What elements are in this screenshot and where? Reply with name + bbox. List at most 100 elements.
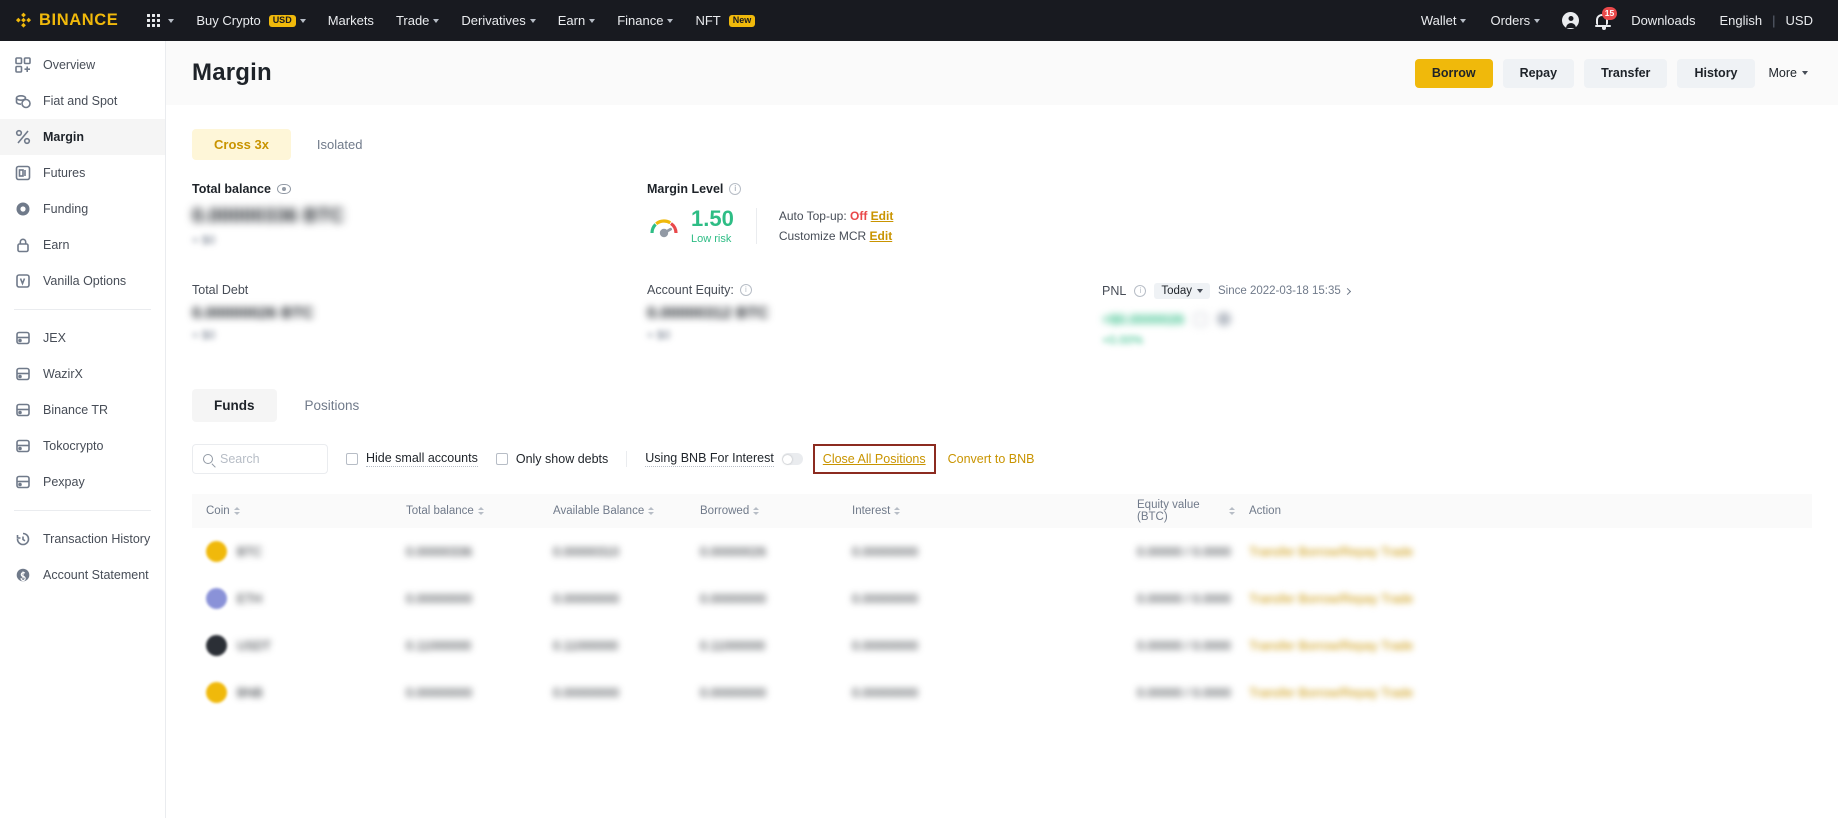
cell-actions[interactable]: Transfer Borrow/Repay Trade [1235, 592, 1812, 606]
cell-actions[interactable]: Transfer Borrow/Repay Trade [1235, 545, 1812, 559]
table-row[interactable]: ETH 0.00000000 0.00000000 0.00000000 0.0… [192, 575, 1812, 622]
pnl-since[interactable]: Since 2022-03-18 15:35 [1218, 285, 1351, 297]
customize-mcr-edit-link[interactable]: Edit [870, 229, 893, 243]
borrow-button[interactable]: Borrow [1414, 58, 1493, 88]
sort-icon [233, 507, 240, 515]
sidebar-item-wazirx[interactable]: WazirX [0, 356, 165, 392]
notifications-button[interactable]: 15 [1594, 6, 1618, 31]
user-account-icon[interactable] [1562, 12, 1580, 29]
close-all-positions-button[interactable]: Close All Positions [823, 452, 926, 466]
column-header-total-balance[interactable]: Total balance [392, 505, 539, 517]
eye-icon[interactable] [276, 184, 291, 194]
tab-funds[interactable]: Funds [192, 389, 277, 422]
table-row[interactable]: BNB 0.00000000 0.00000000 0.00000000 0.0… [192, 669, 1812, 716]
column-header-borrowed[interactable]: Borrowed [686, 505, 838, 517]
sidebar-item-transaction-history[interactable]: Transaction History [0, 521, 165, 557]
only-show-debts-checkbox[interactable]: Only show debts [495, 452, 608, 466]
binance-logo[interactable]: BINANCE [14, 11, 118, 30]
column-header-interest[interactable]: Interest [838, 505, 1123, 517]
top-navigation-bar: BINANCE Buy Crypto USD Markets Trade Der… [0, 0, 1838, 41]
column-header-coin[interactable]: Coin [192, 505, 392, 517]
tab-cross[interactable]: Cross 3x [192, 129, 291, 160]
sidebar-item-pexpay[interactable]: Pexpay [0, 464, 165, 500]
table-row[interactable]: BTC 0.00000336 0.00000310 0.00000026 0.0… [192, 528, 1812, 575]
nav-currency-label: USD [1785, 13, 1813, 28]
pnl-label: PNL [1102, 284, 1127, 298]
nav-buy-crypto-label: Buy Crypto [196, 13, 261, 28]
cell-coin: USDT [192, 635, 392, 656]
history-icon [14, 531, 31, 548]
sidebar-item-futures[interactable]: Futures [0, 155, 165, 191]
repay-button[interactable]: Repay [1502, 58, 1575, 88]
convert-to-bnb-button[interactable]: Convert to BNB [948, 452, 1035, 466]
sidebar-item-jex[interactable]: JEX [0, 320, 165, 356]
auto-topup-edit-link[interactable]: Edit [871, 209, 894, 223]
pnl-value: +$0.0000026 [1102, 311, 1185, 327]
more-button[interactable]: More [1765, 59, 1812, 88]
cell-actions[interactable]: Transfer Borrow/Repay Trade [1235, 686, 1812, 700]
nav-language[interactable]: English [1709, 13, 1766, 28]
pnl-circle-icon[interactable] [1217, 312, 1232, 326]
tab-isolated[interactable]: Isolated [295, 129, 385, 160]
margin-mode-tabs: Cross 3x Isolated [192, 129, 1812, 160]
info-icon[interactable]: i [739, 284, 752, 296]
column-header-available-balance[interactable]: Available Balance [539, 505, 686, 517]
nav-markets[interactable]: Markets [317, 13, 385, 28]
sidebar-item-funding[interactable]: Funding [0, 191, 165, 227]
search-input[interactable]: Search [192, 444, 328, 474]
cell-actions[interactable]: Transfer Borrow/Repay Trade [1235, 639, 1812, 653]
nav-buy-crypto[interactable]: Buy Crypto USD [185, 13, 316, 28]
column-header-equity-value[interactable]: Equity value (BTC) [1123, 499, 1235, 523]
pnl-period-selector[interactable]: Today [1154, 283, 1211, 299]
column-header-borrowed-label: Borrowed [700, 505, 750, 517]
nav-downloads[interactable]: Downloads [1620, 13, 1706, 28]
nav-earn[interactable]: Earn [547, 13, 606, 28]
nav-finance[interactable]: Finance [606, 13, 684, 28]
chevron-right-icon [1343, 287, 1351, 295]
nav-nft[interactable]: NFT New [684, 13, 766, 28]
main-content: Margin Borrow Repay Transfer History Mor… [166, 41, 1838, 818]
info-icon[interactable]: i [729, 183, 742, 195]
pnl-square-icon[interactable] [1194, 312, 1208, 326]
cell-available-balance: 0.00000310 [553, 544, 620, 559]
pnl-percent: +0.00% [1102, 333, 1144, 347]
column-header-action: Action [1235, 505, 1812, 517]
nav-wallet[interactable]: Wallet [1410, 13, 1478, 28]
sidebar-item-earn[interactable]: Earn [0, 227, 165, 263]
sidebar-item-vanilla-options[interactable]: Vanilla Options [0, 263, 165, 299]
table-row[interactable]: USDT 0.11000000 0.11000000 0.11000000 0.… [192, 622, 1812, 669]
exchange-icon [14, 330, 31, 347]
nav-derivatives[interactable]: Derivatives [450, 13, 546, 28]
history-button[interactable]: History [1677, 58, 1755, 88]
total-balance-label: Total balance [192, 182, 271, 196]
transfer-button[interactable]: Transfer [1584, 58, 1668, 88]
nav-currency[interactable]: USD [1783, 13, 1824, 28]
info-icon[interactable]: i [1134, 285, 1147, 297]
apps-menu[interactable] [136, 14, 185, 27]
sidebar-item-label: Vanilla Options [43, 274, 127, 288]
nav-nft-label: NFT [695, 13, 721, 28]
toggle-switch[interactable] [781, 453, 803, 465]
total-balance-block: Total balance 0.00000336 BTC ≈ $0 [192, 182, 647, 247]
sidebar-item-fiat-and-spot[interactable]: Fiat and Spot [0, 83, 165, 119]
nav-finance-label: Finance [617, 13, 664, 28]
tab-positions[interactable]: Positions [283, 389, 382, 422]
sidebar-item-binance-tr[interactable]: Binance TR [0, 392, 165, 428]
hide-small-accounts-checkbox[interactable]: Hide small accounts [346, 451, 478, 467]
top-nav-right-group: Wallet Orders 15 Downloads English | USD [1410, 6, 1824, 31]
sidebar-item-margin[interactable]: Margin [0, 119, 165, 155]
column-header-action-label: Action [1249, 505, 1281, 517]
pnl-value-row: +$0.0000026 [1102, 311, 1812, 327]
cell-borrowed: 0.00000026 [700, 544, 767, 559]
cell-coin-label: ETH [237, 591, 262, 606]
nav-trade[interactable]: Trade [385, 13, 450, 28]
chevron-down-icon [1802, 71, 1808, 75]
auto-topup-value: Off [850, 209, 868, 223]
sidebar-item-tokocrypto[interactable]: Tokocrypto [0, 428, 165, 464]
sidebar-item-account-statement[interactable]: Account Statement [0, 557, 165, 593]
funds-tabs: Funds Positions [192, 389, 1812, 422]
sidebar-item-overview[interactable]: Overview [0, 47, 165, 83]
using-bnb-for-interest-toggle[interactable]: Using BNB For Interest [645, 451, 803, 467]
cell-available-balance: 0.11000000 [553, 638, 619, 653]
nav-orders[interactable]: Orders [1479, 13, 1551, 28]
